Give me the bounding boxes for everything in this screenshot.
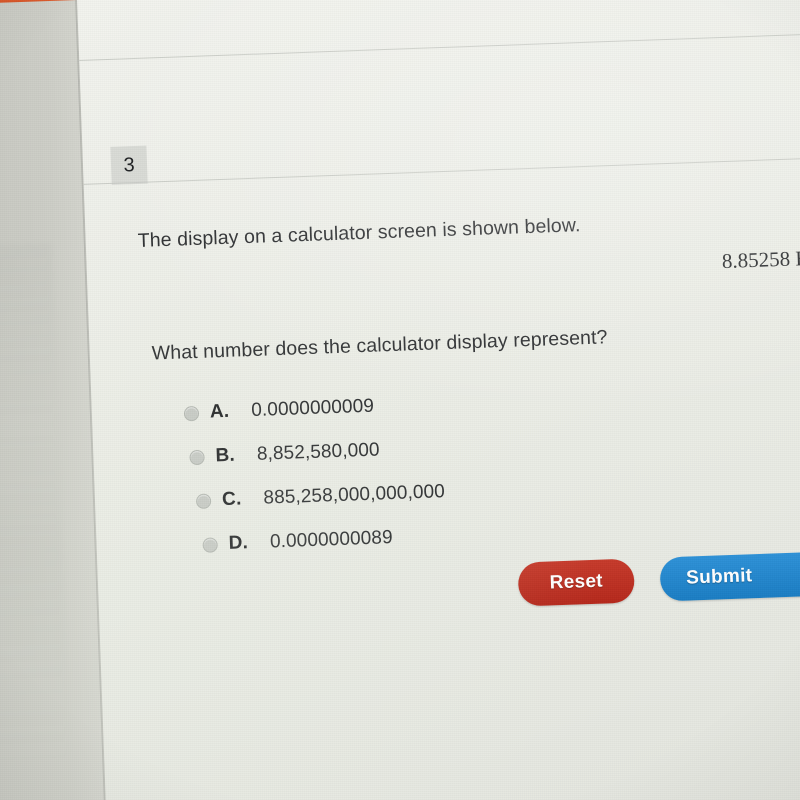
question-prompt-line-2: What number does the calculator display … <box>151 326 608 365</box>
question-prompt-line-1: The display on a calculator screen is sh… <box>137 214 581 252</box>
page-divider-question <box>83 154 800 185</box>
question-number-badge: 3 <box>110 145 148 185</box>
reset-button[interactable]: Reset <box>517 558 636 607</box>
screenshot-photo: District Portal B Brainly.com 3 The disp… <box>0 0 800 800</box>
answer-letter-b: B. <box>215 444 236 467</box>
answer-letter-c: C. <box>221 488 242 511</box>
submit-button[interactable]: Submit <box>659 551 800 602</box>
answer-choice-a[interactable]: A. 0.0000000009 <box>183 395 375 425</box>
radio-button-b-icon[interactable] <box>189 449 205 465</box>
radio-button-a-icon[interactable] <box>183 405 200 421</box>
answer-choice-b[interactable]: B. 8,852,580,000 <box>189 439 380 468</box>
calculator-display-value: 8.85258 E 9 <box>721 245 800 274</box>
answer-letter-d: D. <box>228 532 249 554</box>
answer-choice-d[interactable]: D. 0.0000000089 <box>202 527 393 556</box>
bezel-reflection <box>0 243 71 767</box>
screen-surface: District Portal B Brainly.com 3 The disp… <box>0 0 800 800</box>
answer-choice-c[interactable]: C. 885,258,000,000,000 <box>195 481 446 512</box>
answer-letter-a: A. <box>209 400 230 423</box>
radio-button-d-icon[interactable] <box>202 536 218 553</box>
answer-value-b: 8,852,580,000 <box>256 439 380 465</box>
answer-value-c: 885,258,000,000,000 <box>263 481 446 509</box>
radio-button-c-icon[interactable] <box>195 493 212 509</box>
answer-value-a: 0.0000000009 <box>250 395 375 422</box>
answer-value-d: 0.0000000089 <box>269 527 394 553</box>
page-divider-top <box>79 31 800 61</box>
quiz-page: 3 The display on a calculator screen is … <box>77 0 800 800</box>
